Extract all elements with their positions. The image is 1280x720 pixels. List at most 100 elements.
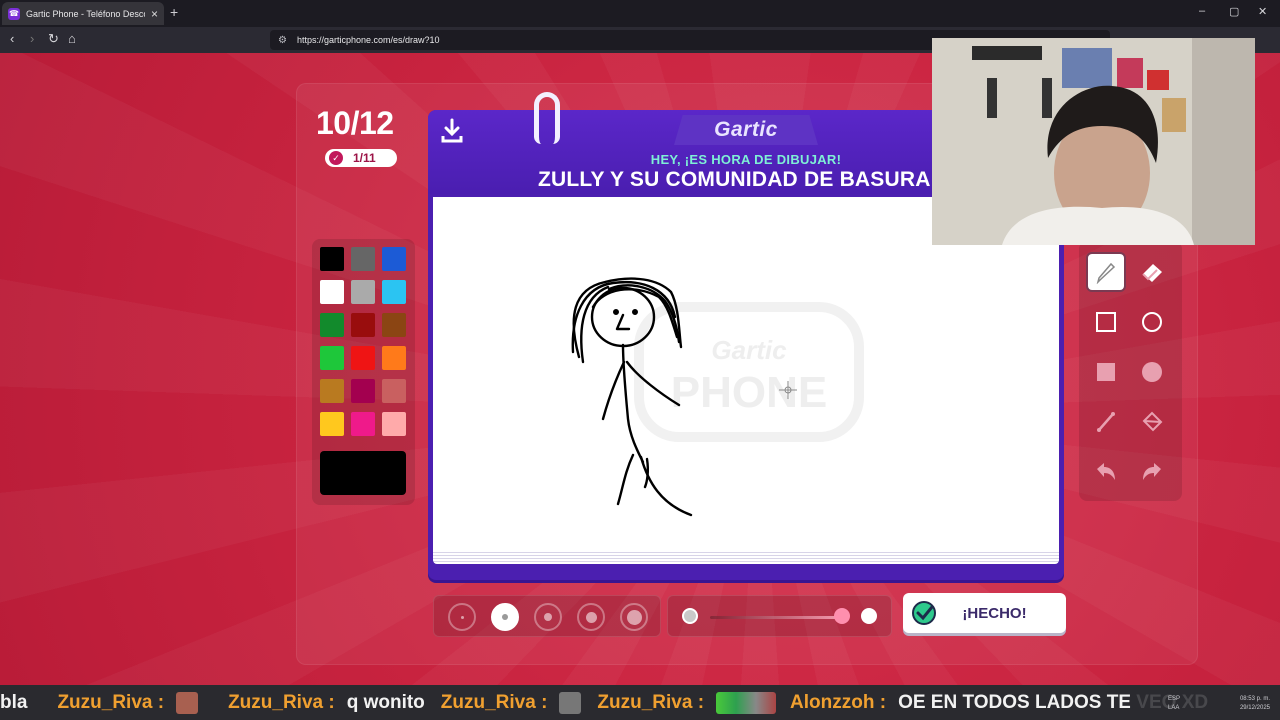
eraser-icon: [1142, 264, 1162, 282]
rectangle-fill-tool[interactable]: [1086, 352, 1126, 392]
pencil-tool[interactable]: [1086, 252, 1126, 292]
circle-outline-icon: [1142, 312, 1162, 332]
color-swatch[interactable]: [320, 247, 344, 271]
done-players-count: 1/11: [353, 151, 376, 165]
tray-time: 08:53 p. m.: [1239, 696, 1270, 702]
notebook-clip: [534, 92, 560, 144]
drawing-canvas[interactable]: Gartic PHONE: [433, 197, 1059, 550]
player-drawing: [571, 277, 797, 517]
home-icon[interactable]: ⌂: [68, 31, 76, 46]
brush-size-bar: [433, 595, 661, 637]
chat-fragment: bla: [0, 691, 28, 713]
emote-icon: [176, 691, 199, 714]
color-swatch[interactable]: [351, 313, 375, 337]
gartic-logo: Gartic: [674, 115, 818, 145]
color-swatch[interactable]: [382, 379, 406, 403]
color-swatch[interactable]: [382, 412, 406, 436]
chat-username: Alonzzoh :: [790, 691, 887, 713]
line-tool[interactable]: [1086, 402, 1126, 442]
chat-username: Zuzu_Riva :: [440, 691, 548, 713]
maximize-button[interactable]: ▢: [1229, 5, 1239, 18]
tab-close-button[interactable]: ×: [151, 8, 158, 20]
tray-date: 29/12/2025: [1239, 705, 1270, 711]
reload-icon[interactable]: ↻: [48, 31, 59, 47]
tray-region: LAA: [1168, 705, 1180, 711]
color-swatch[interactable]: [351, 346, 375, 370]
color-swatch[interactable]: [351, 247, 375, 271]
tool-panel: [1079, 241, 1182, 501]
done-label: ¡HECHO!: [962, 604, 1027, 622]
color-swatch[interactable]: [382, 313, 406, 337]
rectangle-outline-icon: [1096, 312, 1116, 332]
tab-title: Gartic Phone - Teléfono Descom: [26, 8, 145, 19]
color-swatch[interactable]: [320, 346, 344, 370]
color-swatch[interactable]: [320, 280, 344, 304]
close-window-button[interactable]: ✕: [1258, 5, 1267, 18]
circle-fill-icon: [1142, 362, 1162, 382]
download-icon[interactable]: [440, 118, 464, 144]
round-counter: 10/12: [316, 105, 394, 141]
color-swatch[interactable]: [351, 412, 375, 436]
color-swatch[interactable]: [320, 313, 344, 337]
emote-icon: [559, 691, 582, 714]
eraser-tool[interactable]: [1132, 252, 1172, 292]
color-swatch[interactable]: [382, 280, 406, 304]
bucket-icon: [1142, 411, 1163, 432]
site-info-icon[interactable]: ⚙: [278, 35, 287, 46]
opacity-max-icon: [861, 608, 877, 624]
url-text: https://garticphone.com/es/draw?10: [296, 35, 440, 45]
logo-text: Gartic: [714, 118, 778, 141]
webcam-feed: [932, 38, 1255, 245]
done-button[interactable]: ¡HECHO!: [903, 593, 1066, 633]
system-tray: ESP LAA 08:53 p. m. 29/12/2025: [1130, 685, 1280, 720]
brush-size-5[interactable]: [620, 603, 648, 631]
streamer-webcam: [932, 38, 1255, 245]
color-swatch[interactable]: [351, 379, 375, 403]
opacity-handle[interactable]: [834, 608, 850, 624]
undo-icon: [1097, 463, 1115, 480]
rectangle-fill-icon: [1097, 363, 1115, 381]
color-palette: [312, 239, 415, 505]
check-icon: ✓: [329, 151, 343, 165]
forward-icon[interactable]: ›: [30, 31, 34, 46]
done-players-badge: ✓ 1/11: [325, 149, 397, 167]
gartic-favicon-icon: ☎: [8, 7, 20, 20]
brush-size-2[interactable]: [491, 603, 519, 631]
new-tab-button[interactable]: +: [170, 4, 178, 20]
chat-username: Zuzu_Riva :: [597, 691, 705, 713]
chat-message: q wonito: [346, 691, 425, 713]
undo-button[interactable]: [1086, 452, 1126, 492]
rectangle-outline-tool[interactable]: [1086, 302, 1126, 342]
color-swatch[interactable]: [382, 346, 406, 370]
color-swatch[interactable]: [320, 379, 344, 403]
brush-size-4[interactable]: [577, 603, 605, 631]
drawing-prompt: ZULLY Y SU COMUNIDAD DE BASURA: [538, 168, 931, 191]
pencil-icon: [1096, 262, 1116, 284]
back-icon[interactable]: ‹: [10, 31, 14, 46]
color-swatch[interactable]: [320, 412, 344, 436]
check-circle-icon: [912, 601, 936, 625]
browser-tab-bar: ☎ Gartic Phone - Teléfono Descom × + – ▢…: [0, 0, 1280, 27]
bucket-tool[interactable]: [1132, 402, 1172, 442]
circle-outline-tool[interactable]: [1132, 302, 1172, 342]
chat-ticker: bla Zuzu_Riva : Zuzu_Riva : q wonito Zuz…: [0, 685, 1280, 720]
browser-tab[interactable]: ☎ Gartic Phone - Teléfono Descom ×: [2, 2, 164, 25]
chat-username: Zuzu_Riva :: [228, 691, 335, 713]
brush-size-1[interactable]: [448, 603, 476, 631]
color-swatch[interactable]: [382, 247, 406, 271]
opacity-track[interactable]: [710, 616, 846, 619]
redo-button[interactable]: [1132, 452, 1172, 492]
chat-username: Zuzu_Riva :: [57, 691, 165, 713]
line-icon: [1097, 412, 1115, 432]
redo-icon: [1143, 463, 1161, 480]
minimize-button[interactable]: –: [1199, 5, 1205, 17]
tray-language: ESP: [1168, 696, 1181, 702]
opacity-slider: [667, 595, 892, 637]
notebook-page-edges: [433, 550, 1059, 564]
crosshair-cursor-icon: [779, 381, 797, 399]
brush-size-3[interactable]: [534, 603, 562, 631]
opacity-min-icon: [682, 608, 698, 624]
circle-fill-tool[interactable]: [1132, 352, 1172, 392]
color-swatch[interactable]: [351, 280, 375, 304]
emote-row-icon: [716, 691, 777, 714]
